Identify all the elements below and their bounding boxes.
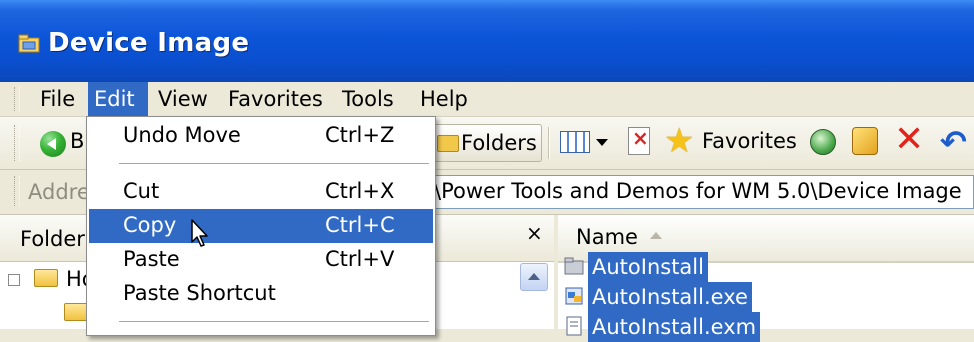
- menubar-grip[interactable]: [14, 87, 20, 111]
- chevron-down-icon[interactable]: [596, 139, 608, 146]
- views-icon[interactable]: [560, 131, 590, 153]
- folders-icon: [437, 135, 459, 152]
- menu-tools[interactable]: Tools: [336, 82, 400, 116]
- menu-favorites[interactable]: Favorites: [222, 82, 329, 116]
- list-item[interactable]: AutoInstall.exe: [564, 282, 764, 312]
- menu-help[interactable]: Help: [414, 82, 474, 116]
- close-x-icon[interactable]: ✕: [894, 119, 924, 160]
- undo-icon[interactable]: ↶: [940, 123, 967, 161]
- menu-item-undo-move[interactable]: Undo Move Ctrl+Z: [89, 119, 433, 153]
- menu-item-paste[interactable]: Paste Ctrl+V: [89, 243, 433, 277]
- menu-item-label: Copy: [123, 213, 177, 237]
- menu-separator: [119, 163, 429, 164]
- favorites-button-label[interactable]: Favorites: [702, 129, 797, 153]
- folder-icon: [34, 269, 58, 287]
- name-column-label: Name: [576, 225, 638, 249]
- folder-window-icon: [18, 34, 40, 53]
- address-label: Addre: [28, 180, 90, 204]
- menu-item-copy[interactable]: Copy Ctrl+C: [89, 209, 433, 243]
- menu-item-paste-shortcut[interactable]: Paste Shortcut: [89, 277, 433, 311]
- file-list: Name AutoInstall AutoInstall.exe AutoIns…: [558, 215, 974, 342]
- menu-item-label: Paste Shortcut: [123, 281, 276, 305]
- back-arrow-icon[interactable]: [40, 131, 66, 157]
- title-bar: Device Image: [0, 0, 974, 82]
- menu-item-shortcut: Ctrl+Z: [325, 123, 395, 147]
- delete-icon[interactable]: [628, 126, 650, 155]
- folders-button-label: Folders: [461, 131, 537, 155]
- file-name: AutoInstall.exm: [588, 312, 761, 342]
- menu-item-shortcut: Ctrl+C: [325, 213, 395, 237]
- folder-icon: [564, 257, 584, 275]
- menu-item-shortcut: Ctrl+X: [325, 179, 395, 203]
- file-name: AutoInstall.exe: [588, 282, 752, 312]
- menu-item-label: Cut: [123, 179, 160, 203]
- menu-separator: [119, 321, 429, 322]
- folders-button[interactable]: Folders: [430, 124, 542, 162]
- exe-icon: [565, 287, 583, 305]
- history-icon[interactable]: [810, 129, 836, 155]
- media-icon[interactable]: [852, 127, 878, 155]
- list-item[interactable]: AutoInstall.exm: [564, 312, 774, 342]
- menu-file[interactable]: File: [34, 82, 81, 116]
- window-title: Device Image: [48, 28, 250, 58]
- addressbar-grip[interactable]: [14, 176, 20, 206]
- menu-item-shortcut: Ctrl+V: [325, 247, 395, 271]
- sort-ascending-icon: [650, 232, 662, 239]
- favorites-star-icon[interactable]: ★: [664, 121, 694, 161]
- edit-menu-dropdown: Undo Move Ctrl+Z Cut Ctrl+X Copy Ctrl+C …: [86, 116, 436, 336]
- file-name: AutoInstall: [588, 252, 708, 282]
- menu-item-cut[interactable]: Cut Ctrl+X: [89, 175, 433, 209]
- menu-view[interactable]: View: [152, 82, 214, 116]
- folders-pane-title: Folder: [20, 227, 85, 251]
- menu-edit[interactable]: Edit: [88, 82, 148, 116]
- menu-item-label: Undo Move: [123, 123, 241, 147]
- address-value[interactable]: \Power Tools and Demos for WM 5.0\Device…: [434, 179, 962, 203]
- mouse-cursor-icon: [191, 219, 208, 247]
- tree-expander[interactable]: [8, 274, 20, 286]
- toolbar-separator: [548, 127, 550, 159]
- close-icon[interactable]: ×: [526, 221, 543, 245]
- folder-icon: [64, 303, 88, 321]
- document-icon: [566, 316, 582, 336]
- scrollbar-up-button[interactable]: [520, 263, 548, 291]
- list-item[interactable]: AutoInstall: [564, 252, 724, 282]
- menu-bar: File Edit View Favorites Tools Help: [0, 82, 974, 117]
- toolbar-grip[interactable]: [14, 125, 20, 161]
- back-button-label[interactable]: B: [70, 129, 84, 153]
- menu-item-label: Paste: [123, 247, 180, 271]
